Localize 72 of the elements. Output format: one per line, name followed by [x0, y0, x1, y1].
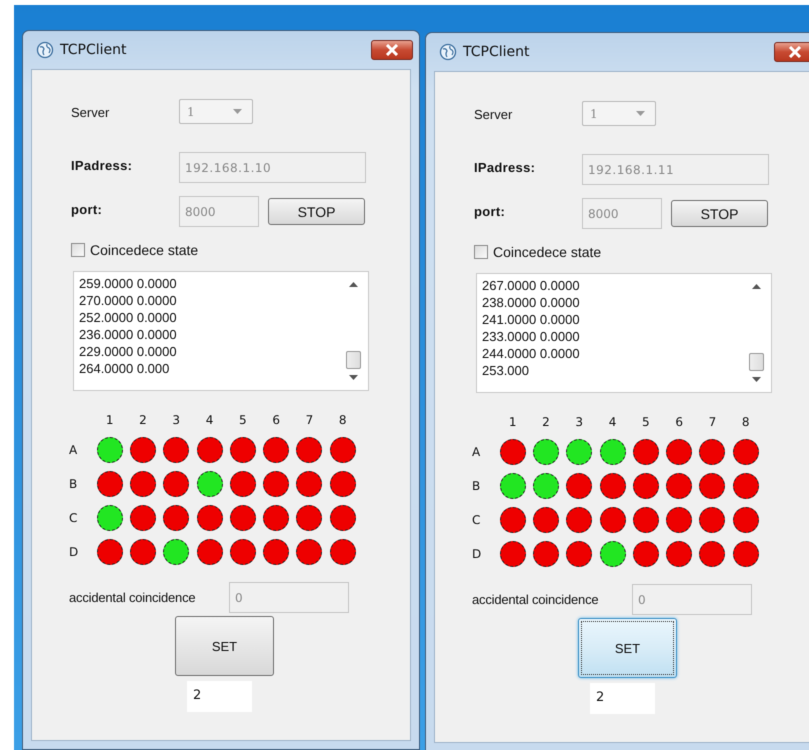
- column-number: 1: [508, 415, 518, 431]
- stop-button[interactable]: STOP: [268, 198, 365, 225]
- log-line: 236.0000 0.0000: [79, 326, 178, 343]
- column-number: 3: [574, 415, 584, 431]
- globe-icon: [439, 43, 457, 61]
- scroll-up-icon: [752, 284, 761, 289]
- close-button[interactable]: [774, 42, 809, 62]
- checkbox-label: Coincedece state: [493, 244, 602, 260]
- column-number: 6: [674, 415, 684, 431]
- close-icon: [788, 46, 802, 58]
- log-line: 229.0000 0.0000: [79, 343, 178, 360]
- accidental-label: accidental coincidence: [472, 592, 600, 607]
- value-field[interactable]: 2: [187, 681, 252, 712]
- value-field[interactable]: 2: [590, 683, 655, 714]
- log-box[interactable]: 267.0000 0.0000 238.0000 0.0000 241.0000 0.0000 233.0000 0.0000 244.0000 0.0000 253.000: [476, 273, 772, 393]
- row-letter: D: [68, 544, 80, 561]
- checkbox[interactable]: [474, 245, 488, 259]
- stop-button[interactable]: STOP: [671, 200, 768, 227]
- server-label: Server: [71, 104, 110, 120]
- server-label: Server: [474, 106, 514, 122]
- column-number: 8: [740, 415, 751, 431]
- row-letter: C: [68, 510, 78, 527]
- set-button[interactable]: SET: [578, 618, 677, 678]
- log-line: 264.0000 0.000: [79, 360, 170, 377]
- column-number: 5: [238, 413, 248, 429]
- column-number: 4: [204, 413, 214, 429]
- set-button[interactable]: SET: [175, 616, 274, 676]
- log-line: 252.0000 0.0000: [79, 309, 178, 326]
- dropdown-arrow-icon: [233, 109, 242, 114]
- globe-icon: [36, 41, 54, 59]
- column-number: 5: [641, 415, 651, 431]
- column-number: 1: [104, 413, 114, 429]
- column-number: 8: [338, 413, 348, 429]
- close-icon: [385, 44, 399, 56]
- scroll-thumb[interactable]: [346, 351, 361, 369]
- column-number: 2: [138, 413, 148, 429]
- log-box[interactable]: 259.0000 0.0000 270.0000 0.0000 252.0000 0.0000 236.0000 0.0000 229.0000 0.0000 264.0000 0.000: [73, 271, 369, 391]
- port-label: port:: [474, 203, 506, 219]
- row-letter: C: [471, 512, 482, 529]
- window-title: TCPClient: [60, 42, 126, 58]
- row-letter: B: [471, 478, 482, 495]
- column-number: 3: [171, 413, 182, 429]
- row-letter: D: [471, 546, 482, 563]
- column-number: 2: [541, 415, 551, 431]
- ip-label: IPadress:: [474, 159, 536, 175]
- log-line: 267.0000 0.0000: [482, 277, 581, 294]
- close-button[interactable]: [371, 40, 413, 60]
- scroll-down-icon: [349, 375, 358, 380]
- checkbox-label: Coincedece state: [90, 242, 198, 258]
- port-label: port:: [71, 201, 104, 217]
- scroll-thumb[interactable]: [749, 353, 764, 371]
- row-letter: A: [68, 442, 78, 459]
- column-number: 7: [304, 413, 314, 429]
- scroll-up-icon: [349, 282, 358, 287]
- accidental-label: accidental coincidence: [69, 590, 196, 605]
- column-number: 6: [271, 413, 281, 429]
- log-line: 270.0000 0.0000: [79, 292, 178, 309]
- column-number: 4: [608, 415, 618, 431]
- log-line: 253.000: [482, 362, 530, 379]
- ip-label: IPadress:: [71, 157, 134, 173]
- log-line: 238.0000 0.0000: [482, 294, 581, 311]
- row-letter: A: [471, 444, 482, 461]
- window-title: TCPClient: [463, 44, 530, 60]
- column-number: 7: [708, 415, 718, 431]
- checkbox[interactable]: [71, 243, 85, 257]
- log-line: 233.0000 0.0000: [482, 328, 581, 345]
- log-line: 259.0000 0.0000: [79, 275, 178, 292]
- log-line: 241.0000 0.0000: [482, 311, 581, 328]
- row-letter: B: [68, 476, 78, 493]
- scroll-down-icon: [752, 377, 761, 382]
- dropdown-arrow-icon: [636, 111, 645, 116]
- log-line: 244.0000 0.0000: [482, 345, 581, 362]
